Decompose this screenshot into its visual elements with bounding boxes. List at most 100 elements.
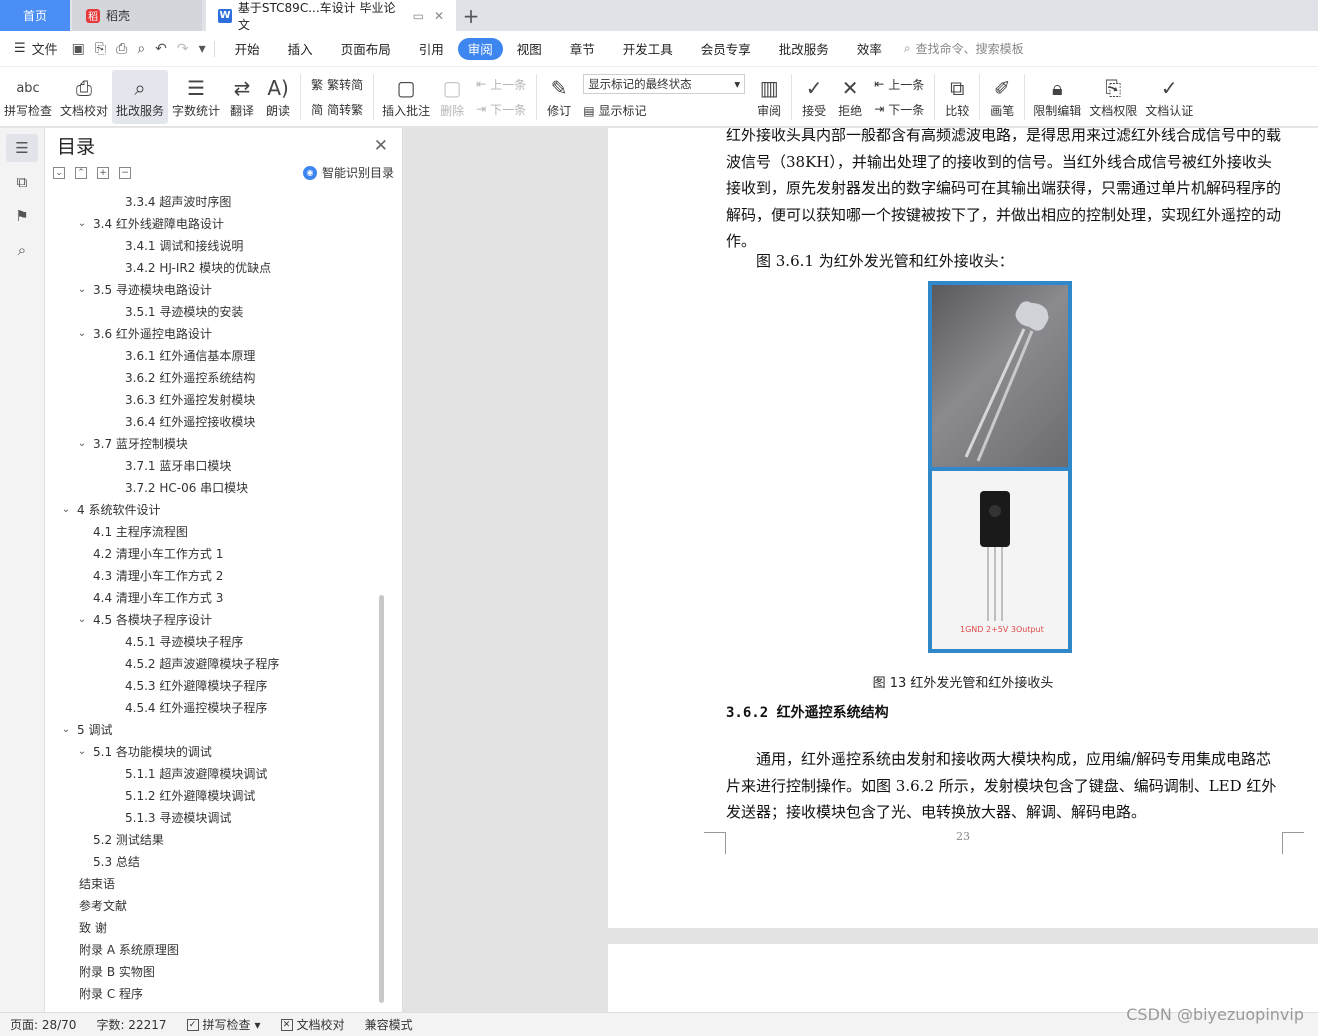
prev-comment-button[interactable]: ⇤ 上一条 [476, 76, 526, 93]
next-comment-button[interactable]: ⇥ 下一条 [476, 101, 526, 118]
print-icon[interactable]: ⎙ [116, 41, 127, 57]
delete-comment-button[interactable]: ▢ 删除 [434, 70, 470, 124]
new-tab-button[interactable]: + [456, 0, 486, 31]
review-pane-button[interactable]: ▥ 审阅 [751, 70, 787, 124]
chevron-down-icon[interactable]: ⌄ [75, 438, 89, 449]
file-menu[interactable]: ☰ 文件 [0, 39, 72, 58]
toc-item[interactable]: ⌄5.2 测试结果 [45, 828, 385, 850]
expand-all-icon[interactable]: ⌃ [75, 167, 87, 179]
toc-item[interactable]: ⌄3.6.4 红外遥控接收模块 [45, 410, 385, 432]
toc-item[interactable]: ⌄4.5.4 红外遥控模块子程序 [45, 696, 385, 718]
search-icon[interactable]: ⌕ [6, 236, 38, 264]
review-service-button[interactable]: ⌕ 批改服务 [112, 69, 169, 124]
toc-item[interactable]: ⌄5.1.2 红外避障模块调试 [45, 784, 385, 806]
spell-check-button[interactable]: abc 拼写检查 [0, 70, 56, 124]
restrict-edit-button[interactable]: 🔒︎ 限制编辑 [1029, 70, 1085, 124]
toc-item[interactable]: ⌄3.5.1 寻迹模块的安装 [45, 300, 385, 322]
toc-item[interactable]: ⌄4.5.1 寻迹模块子程序 [45, 630, 385, 652]
prev-revision-button[interactable]: ⇤ 上一条 [874, 76, 924, 93]
menu-tab[interactable]: 视图 [503, 38, 556, 60]
close-icon[interactable]: ✕ [374, 136, 388, 156]
chevron-down-icon[interactable]: ⌄ [75, 328, 89, 339]
toc-item[interactable]: ⌄ 4.5 各模块子程序设计 [45, 608, 385, 630]
customize-icon[interactable]: ▾ [199, 41, 206, 57]
collapse-all-icon[interactable]: ⌄ [53, 167, 65, 179]
bookmark-icon[interactable]: ⚑ [6, 202, 38, 230]
toc-item[interactable]: ⌄3.3.4 超声波时序图 [45, 190, 385, 212]
accept-button[interactable]: ✓ 接受 [796, 70, 832, 124]
toc-item[interactable]: ⌄ 5.1 各功能模块的调试 [45, 740, 385, 762]
track-changes-button[interactable]: ✎ 修订 [541, 70, 577, 124]
toc-item[interactable]: ⌄5.1.3 寻迹模块调试 [45, 806, 385, 828]
toc-item[interactable]: ⌄3.6.1 红外通信基本原理 [45, 344, 385, 366]
menu-tab[interactable]: 页面布局 [327, 38, 405, 60]
print-preview-icon[interactable]: ⌕ [137, 41, 145, 57]
markup-state-select[interactable]: 显示标记的最终状态 ▾ [583, 74, 746, 94]
toc-item[interactable]: ⌄3.7.1 蓝牙串口模块 [45, 454, 385, 476]
proofread-button[interactable]: ⎙ 文档校对 [56, 70, 112, 124]
word-count-button[interactable]: ☰ 字数统计 [168, 70, 224, 124]
document-certify-button[interactable]: ✓ 文档认证 [1141, 70, 1197, 124]
close-tab-icon[interactable]: ✕ [434, 9, 444, 23]
menu-tab[interactable]: 效率 [843, 38, 896, 60]
proofread-toggle[interactable]: ✕ 文档校对 [271, 1016, 355, 1033]
toc-scrollbar[interactable] [379, 595, 384, 1003]
page-indicator[interactable]: 页面: 28/70 [0, 1016, 86, 1033]
toc-item[interactable]: ⌄结束语 [45, 872, 385, 894]
chevron-down-icon[interactable]: ⌄ [75, 218, 89, 229]
show-markup-button[interactable]: ▤ 显示标记 [583, 102, 745, 119]
toc-item[interactable]: ⌄ 3.7 蓝牙控制模块 [45, 432, 385, 454]
tab-window-icon[interactable]: ▭ [413, 9, 424, 23]
toc-item[interactable]: ⌄ 3.6 红外遥控电路设计 [45, 322, 385, 344]
chevron-down-icon[interactable]: ⌄ [75, 284, 89, 295]
simp-to-trad-button[interactable]: 简简转繁 [311, 101, 363, 118]
toc-item[interactable]: ⌄4.2 清理小车工作方式 1 [45, 542, 385, 564]
tab-document[interactable]: W 基于STC89C...车设计 毕业论文 ▭ ✕ [206, 0, 456, 32]
toc-item[interactable]: ⌄4.3 清理小车工作方式 2 [45, 564, 385, 586]
menu-tab[interactable]: 开始 [221, 38, 274, 60]
read-aloud-button[interactable]: A) 朗读 [260, 70, 296, 124]
toc-view-icon[interactable]: ☰ [6, 134, 38, 162]
command-search[interactable]: ⌕ 查找命令、搜索模板 [904, 40, 1024, 57]
add-heading-icon[interactable]: + [97, 167, 109, 179]
trad-to-simp-button[interactable]: 繁繁转简 [311, 76, 363, 93]
menu-tab[interactable]: 章节 [556, 38, 609, 60]
toc-item[interactable]: ⌄4.1 主程序流程图 [45, 520, 385, 542]
word-count-indicator[interactable]: 字数: 22217 [86, 1016, 176, 1033]
toc-item[interactable]: ⌄4.5.3 红外避障模块子程序 [45, 674, 385, 696]
toc-item[interactable]: ⌄3.7.2 HC-06 串口模块 [45, 476, 385, 498]
toc-item[interactable]: ⌄ 3.4 红外线避障电路设计 [45, 212, 385, 234]
menu-tab[interactable]: 批改服务 [765, 38, 843, 60]
next-revision-button[interactable]: ⇥ 下一条 [874, 101, 924, 118]
toc-item[interactable]: ⌄附录 B 实物图 [45, 960, 385, 982]
document-permission-button[interactable]: ⎘ 文档权限 [1085, 70, 1141, 124]
menu-tab[interactable]: 插入 [274, 38, 327, 60]
toc-item[interactable]: ⌄ 3.5 寻迹模块电路设计 [45, 278, 385, 300]
toc-item[interactable]: ⌄3.6.3 红外遥控发射模块 [45, 388, 385, 410]
chevron-down-icon[interactable]: ⌄ [75, 614, 89, 625]
toc-item[interactable]: ⌄ 5 调试 [45, 718, 385, 740]
menu-tab[interactable]: 审阅 [457, 37, 503, 60]
toc-item[interactable]: ⌄3.4.2 HJ-IR2 模块的优缺点 [45, 256, 385, 278]
undo-icon[interactable]: ↶ [155, 41, 167, 57]
toc-item[interactable]: ⌄5.3 总结 [45, 850, 385, 872]
toc-item[interactable]: ⌄参考文献 [45, 894, 385, 916]
toc-item[interactable]: ⌄3.6.2 红外遥控系统结构 [45, 366, 385, 388]
tab-daoke[interactable]: 稻 稻壳 [72, 0, 202, 31]
export-icon[interactable]: ⎘ [95, 41, 106, 57]
chevron-down-icon[interactable]: ⌄ [59, 504, 73, 515]
chevron-down-icon[interactable]: ⌄ [75, 746, 89, 757]
menu-tab[interactable]: 开发工具 [609, 38, 687, 60]
compare-button[interactable]: ⧉ 比较 [939, 70, 975, 124]
chapter-view-icon[interactable]: ⧉ [6, 168, 38, 196]
tab-home[interactable]: 首页 [0, 0, 70, 31]
toc-item[interactable]: ⌄附录 A 系统原理图 [45, 938, 385, 960]
menu-tab[interactable]: 会员专享 [687, 38, 765, 60]
toc-item[interactable]: ⌄4.4 清理小车工作方式 3 [45, 586, 385, 608]
toc-item[interactable]: ⌄3.4.1 调试和接线说明 [45, 234, 385, 256]
toc-item[interactable]: ⌄附录 C 程序 [45, 982, 385, 1004]
pen-button[interactable]: ✐ 画笔 [984, 70, 1020, 124]
reject-button[interactable]: ✕ 拒绝 [832, 70, 868, 124]
toc-item[interactable]: ⌄4.5.2 超声波避障模块子程序 [45, 652, 385, 674]
save-icon[interactable]: ▣ [72, 41, 85, 57]
